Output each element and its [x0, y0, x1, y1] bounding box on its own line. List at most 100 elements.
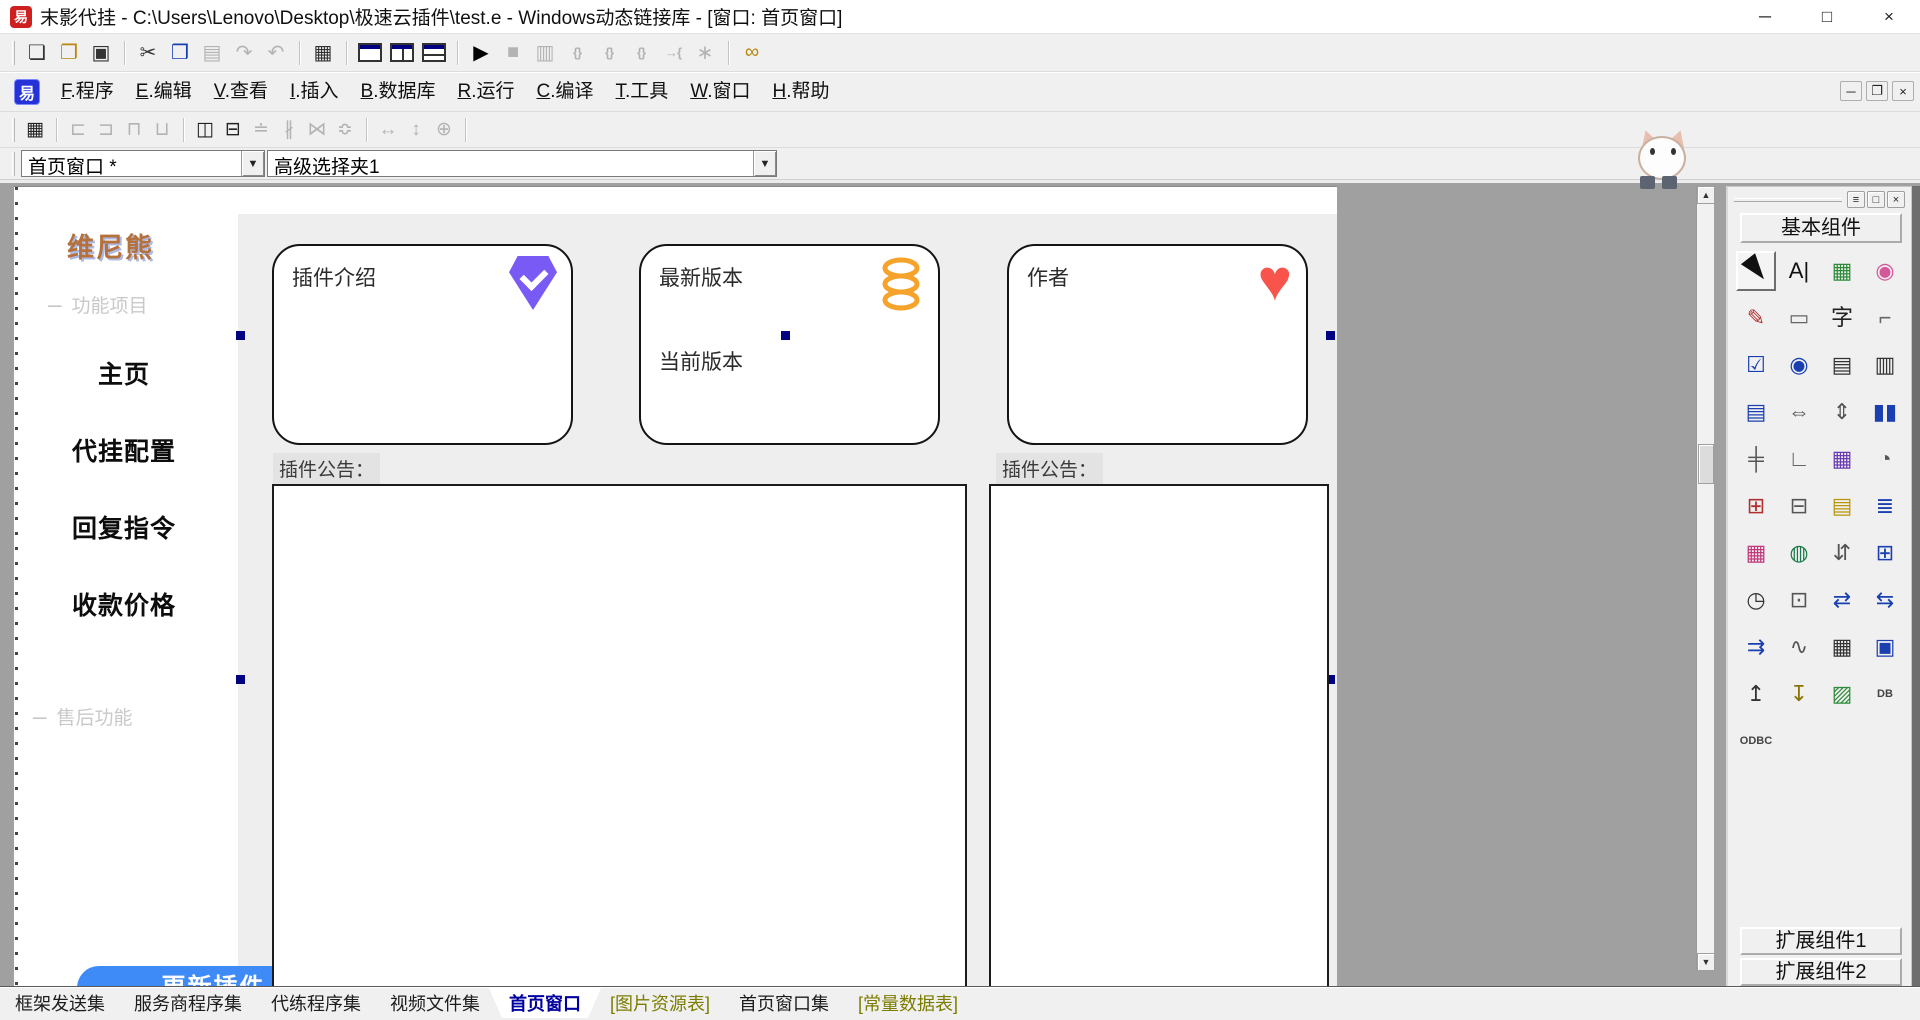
- dir-box-icon[interactable]: ▤: [1822, 486, 1862, 526]
- palette-close-button[interactable]: ×: [1887, 191, 1905, 208]
- binoculars-search-icon[interactable]: ∞: [737, 39, 767, 67]
- new-file-icon[interactable]: ❏: [22, 39, 52, 67]
- button-component-icon[interactable]: ◉: [1865, 251, 1905, 291]
- menu-B[interactable]: B.数据库: [350, 76, 447, 108]
- resize-handle[interactable]: [781, 331, 790, 340]
- same-size-icon[interactable]: ⊕: [430, 117, 458, 143]
- window-selector-combo[interactable]: 首页窗口 * ▼: [21, 150, 265, 177]
- odbc-icon[interactable]: ODBC: [1736, 721, 1776, 761]
- network-link-icon[interactable]: ⇉: [1736, 627, 1776, 667]
- notice-label[interactable]: 插件公告：: [996, 453, 1103, 484]
- card-plugin-intro[interactable]: 插件介绍: [272, 244, 573, 445]
- export-document-icon[interactable]: ↥: [1736, 674, 1776, 714]
- space-vertical-icon[interactable]: ≎: [331, 117, 359, 143]
- menu-W[interactable]: W.窗口: [679, 76, 761, 108]
- same-left-icon[interactable]: ∦: [275, 117, 303, 143]
- tab-框架发送集[interactable]: 框架发送集: [0, 988, 125, 1018]
- menu-R[interactable]: R.运行: [447, 76, 526, 108]
- scroll-down-icon[interactable]: ▼: [1697, 953, 1715, 971]
- notice-panel[interactable]: [272, 484, 967, 986]
- slider-icon[interactable]: ╪: [1736, 439, 1776, 479]
- cut-icon[interactable]: ✂: [133, 39, 163, 67]
- menu-I[interactable]: I.插入: [279, 76, 350, 108]
- ip-edit-icon[interactable]: ⊟: [1779, 486, 1819, 526]
- extension-components-2-button[interactable]: 扩展组件2: [1740, 958, 1902, 986]
- toolbar-grip[interactable]: [12, 152, 15, 176]
- run-window-icon[interactable]: ▥: [530, 39, 560, 67]
- serial-port-icon[interactable]: ∿: [1779, 627, 1819, 667]
- export-database-icon[interactable]: ↧: [1779, 674, 1819, 714]
- scroll-up-icon[interactable]: ▲: [1697, 186, 1715, 204]
- section-label-aftersale[interactable]: ─售后功能: [33, 703, 132, 730]
- split-mixed-icon[interactable]: [419, 39, 449, 67]
- palette-menu-button[interactable]: ≡: [1847, 191, 1865, 208]
- tab-首页窗口集[interactable]: 首页窗口集: [719, 988, 849, 1018]
- undo-icon[interactable]: ↶: [261, 39, 291, 67]
- resize-handle[interactable]: [236, 675, 245, 684]
- minimize-button[interactable]: ─: [1734, 0, 1796, 34]
- sidebar-item-收款价格[interactable]: 收款价格: [68, 586, 180, 622]
- tab-首页窗口[interactable]: 首页窗口: [489, 988, 601, 1018]
- resize-handle[interactable]: [236, 331, 245, 340]
- align-bottom-icon[interactable]: ⊔: [148, 117, 176, 143]
- frame-icon[interactable]: ⌐: [1865, 298, 1905, 338]
- printer-icon[interactable]: ⊡: [1779, 580, 1819, 620]
- menu-F[interactable]: F.程序: [50, 76, 125, 108]
- date-picker-icon[interactable]: ⊞: [1736, 486, 1776, 526]
- picture-box-icon[interactable]: ▦: [1822, 251, 1862, 291]
- extension-components-1-button[interactable]: 扩展组件1: [1740, 927, 1902, 955]
- resize-handle[interactable]: [1326, 331, 1335, 340]
- menu-T[interactable]: T.工具: [605, 76, 680, 108]
- vscrollbar-icon[interactable]: ⇕: [1822, 392, 1862, 432]
- copy-icon[interactable]: ❒: [165, 39, 195, 67]
- sidebar-item-主页[interactable]: 主页: [68, 355, 180, 391]
- progress-bar-icon[interactable]: ▮▮: [1865, 392, 1905, 432]
- menu-V[interactable]: V.查看: [203, 76, 279, 108]
- ime-box-icon[interactable]: ▭: [1779, 298, 1819, 338]
- odbc-pair-icon[interactable]: DB: [1865, 674, 1905, 714]
- step-over-icon[interactable]: {}: [562, 39, 592, 67]
- align-left-icon[interactable]: ⊏: [64, 117, 92, 143]
- align-top-icon[interactable]: ⊓: [120, 117, 148, 143]
- cat-mascot-icon[interactable]: [1636, 130, 1690, 188]
- text-label-icon[interactable]: 字: [1822, 298, 1862, 338]
- palette-title-bar[interactable]: ≡ □ ×: [1732, 191, 1907, 209]
- redo-icon[interactable]: ↷: [229, 39, 259, 67]
- form-design-canvas[interactable]: 维尼熊 ─功能项目 主页代挂配置回复指令收款价格 ─售后功能 更新插件 插件介绍…: [14, 186, 1337, 986]
- section-label-features[interactable]: ─功能项目: [48, 291, 147, 318]
- open-file-icon[interactable]: ❐: [54, 39, 84, 67]
- card-version[interactable]: 最新版本 当前版本: [639, 244, 940, 445]
- grid-snap-icon[interactable]: ▦: [21, 117, 49, 143]
- designer-vertical-scrollbar[interactable]: ▲ ▼: [1696, 186, 1714, 971]
- container-selector-combo[interactable]: 高级选择夹1 ▼: [267, 150, 777, 177]
- center-horizontal-icon[interactable]: ◫: [191, 117, 219, 143]
- find-table-icon[interactable]: ▦: [308, 39, 338, 67]
- brand-label[interactable]: 维尼熊: [67, 226, 154, 265]
- tile-window-icon[interactable]: [355, 39, 385, 67]
- menu-H[interactable]: H.帮助: [761, 76, 840, 108]
- client-socket-icon[interactable]: ⇄: [1822, 580, 1862, 620]
- toolbar-grip[interactable]: [12, 41, 15, 65]
- radio-button-icon[interactable]: ◉: [1779, 345, 1819, 385]
- document-icon[interactable]: ≣: [1865, 486, 1905, 526]
- sidebar-item-回复指令[interactable]: 回复指令: [68, 509, 180, 545]
- basic-components-header[interactable]: 基本组件: [1740, 213, 1902, 243]
- paste-icon[interactable]: ▤: [197, 39, 227, 67]
- palette-restore-button[interactable]: □: [1867, 191, 1885, 208]
- color-picker-icon[interactable]: ▦: [1736, 533, 1776, 573]
- chart-icon[interactable]: ▨: [1822, 674, 1862, 714]
- grid-table-icon[interactable]: ▦: [1822, 627, 1862, 667]
- edit-box-icon[interactable]: ✎: [1736, 298, 1776, 338]
- split-horizontal-icon[interactable]: [387, 39, 417, 67]
- checkbox-icon[interactable]: ☑: [1736, 345, 1776, 385]
- toolbar-grip[interactable]: [12, 118, 15, 142]
- gauge-icon[interactable]: ◔: [1865, 439, 1905, 479]
- same-height-icon[interactable]: ↕: [402, 117, 430, 143]
- media-player-icon[interactable]: ▣: [1865, 627, 1905, 667]
- notice-label[interactable]: 插件公告：: [273, 453, 380, 484]
- scrollbar-thumb[interactable]: [1698, 444, 1714, 484]
- mdi-minimize-button[interactable]: ─: [1840, 81, 1862, 101]
- mdi-restore-button[interactable]: ❐: [1866, 81, 1888, 101]
- chevron-down-icon[interactable]: ▼: [241, 151, 264, 176]
- animation-box-icon[interactable]: ▦: [1822, 439, 1862, 479]
